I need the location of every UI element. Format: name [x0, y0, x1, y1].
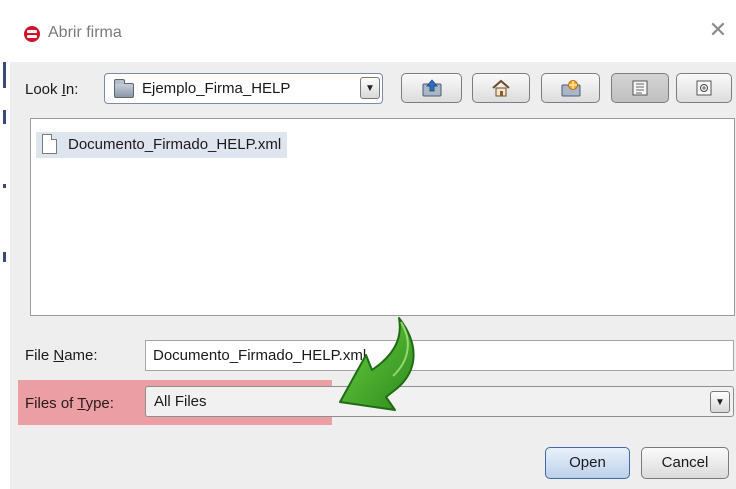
look-in-combo[interactable]: Ejemplo_Firma_HELP ▼ — [104, 73, 383, 104]
home-button[interactable] — [472, 73, 530, 103]
up-folder-button[interactable] — [401, 73, 462, 103]
window-title: Abrir firma — [48, 24, 122, 41]
file-item-name: Documento_Firmado_HELP.xml — [68, 136, 282, 153]
list-item[interactable]: Documento_Firmado_HELP.xml — [36, 132, 288, 158]
home-icon — [491, 79, 511, 97]
app-logo-icon — [24, 26, 40, 42]
details-view-icon — [694, 79, 714, 97]
file-type-combo[interactable]: All Files ▼ — [145, 386, 734, 417]
new-folder-button[interactable] — [541, 73, 600, 103]
close-icon[interactable]: ✕ — [708, 19, 728, 41]
list-view-button[interactable] — [611, 73, 669, 103]
chevron-down-icon[interactable]: ▼ — [710, 391, 730, 413]
file-name-label: File Name: — [25, 347, 98, 364]
open-button[interactable]: Open — [545, 447, 630, 479]
file-name-input[interactable]: Documento_Firmado_HELP.xml — [145, 340, 734, 371]
look-in-value: Ejemplo_Firma_HELP — [142, 80, 291, 97]
file-type-value: All Files — [154, 393, 207, 410]
title-bar: Abrir firma ✕ — [0, 0, 736, 62]
look-in-label: Look In: — [25, 81, 79, 98]
list-view-icon — [630, 79, 650, 97]
up-folder-icon — [422, 79, 442, 97]
folder-icon — [114, 79, 134, 98]
details-view-button[interactable] — [676, 73, 732, 103]
chevron-down-icon[interactable]: ▼ — [360, 77, 380, 99]
document-icon — [42, 134, 57, 154]
cancel-button[interactable]: Cancel — [641, 447, 729, 479]
new-folder-icon — [561, 79, 581, 97]
file-list[interactable]: Documento_Firmado_HELP.xml — [30, 118, 735, 316]
file-type-label: Files of Type: — [25, 395, 114, 412]
